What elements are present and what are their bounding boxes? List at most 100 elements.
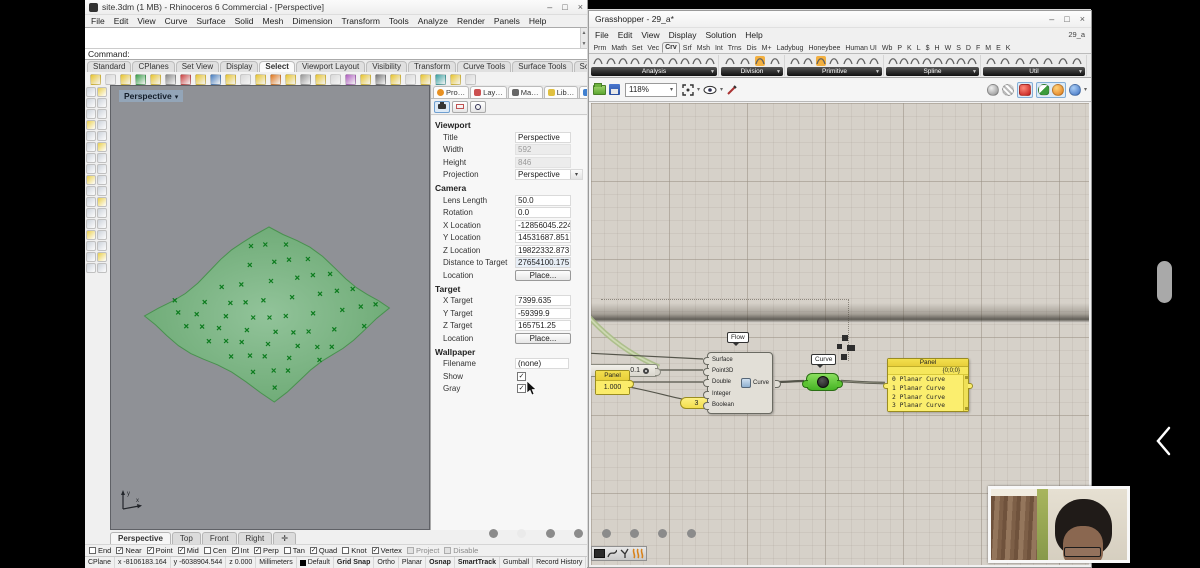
rhino-toolbar-icon[interactable]	[270, 74, 281, 85]
category-tab[interactable]: K	[905, 44, 915, 53]
gh-component-icon[interactable]	[829, 56, 839, 66]
rhino-toolbar-icon[interactable]	[345, 74, 356, 85]
scrollbar-thumb[interactable]	[1157, 261, 1172, 303]
maximize-button[interactable]: □	[562, 2, 567, 13]
toolbar-tab[interactable]: Curve Tools	[457, 61, 511, 72]
panel-tab[interactable]: Lay…	[470, 86, 507, 98]
rhino-sidebar-tool-icon[interactable]	[97, 263, 107, 273]
status-item[interactable]: SmartTrack	[455, 557, 500, 568]
flow-input[interactable]: Double	[712, 379, 741, 386]
rhino-sidebar-tool-icon[interactable]	[86, 175, 96, 185]
rhino-titlebar[interactable]: site.3dm (1 MB) - Rhinoceros 6 Commercia…	[85, 0, 587, 15]
osnap-toggle[interactable]: End	[89, 546, 111, 555]
property-value[interactable]: (none)	[515, 358, 569, 369]
rhino-sidebar-tool-icon[interactable]	[86, 252, 96, 262]
grasshopper-titlebar[interactable]: Grasshopper - 29_a* – □ ×	[589, 11, 1091, 28]
rhino-sidebar-tool-icon[interactable]	[97, 131, 107, 141]
category-tab[interactable]: Prm	[591, 44, 609, 53]
rhino-toolbar-icon[interactable]	[285, 74, 296, 85]
gh-component-icon[interactable]	[803, 56, 813, 66]
panel-tab[interactable]: Lib…	[544, 86, 579, 98]
menu-item[interactable]: Solution	[706, 30, 737, 40]
minimize-button[interactable]: –	[547, 2, 552, 13]
carousel-dot[interactable]	[574, 529, 583, 538]
flow-component[interactable]: Surface Point3D Double Integer Boolean C…	[707, 352, 773, 414]
panel-tab[interactable]: Ma…	[508, 86, 543, 98]
carousel-dot[interactable]	[602, 529, 611, 538]
toolbar-tab[interactable]: Standard	[87, 61, 131, 72]
gh-component-icon[interactable]	[630, 56, 640, 66]
status-item[interactable]: Filter	[586, 557, 587, 568]
squiggle-tool-icon[interactable]	[632, 548, 644, 559]
menu-item[interactable]: Tools	[389, 16, 409, 26]
rhino-toolbar-icon[interactable]	[210, 74, 221, 85]
rhino-toolbar-icon[interactable]	[360, 74, 371, 85]
rhino-toolbar-icon[interactable]	[225, 74, 236, 85]
osnap-toggle[interactable]: Cen	[204, 546, 227, 555]
gh-component-icon[interactable]	[593, 56, 603, 66]
menu-item[interactable]: Help	[745, 30, 762, 40]
dropdown-arrow-icon[interactable]: ▾	[697, 86, 700, 93]
property-value[interactable]: 50.0	[515, 195, 571, 206]
toolbar-tab[interactable]: CPlanes	[132, 61, 174, 72]
category-tab[interactable]: Honeybee	[806, 44, 843, 53]
shaded-preview-icon[interactable]	[1019, 84, 1031, 96]
dropdown-arrow-icon[interactable]: ▾	[720, 86, 723, 93]
category-tab[interactable]: Msh	[694, 44, 712, 53]
category-tab[interactable]: D	[963, 44, 973, 53]
gh-component-icon[interactable]	[816, 56, 826, 66]
close-button[interactable]: ×	[1080, 14, 1085, 25]
toolbar-tab[interactable]: Visibility	[366, 61, 407, 72]
rhino-toolbar-icon[interactable]	[435, 74, 446, 85]
property-value[interactable]: Place...	[515, 270, 571, 281]
category-tab[interactable]: E	[994, 44, 1004, 53]
rhino-sidebar-tool-icon[interactable]	[86, 208, 96, 218]
gh-component-icon[interactable]	[856, 56, 866, 66]
gh-component-icon[interactable]	[933, 56, 943, 66]
curve-tool-icon[interactable]	[607, 548, 618, 559]
menu-item[interactable]: Edit	[618, 30, 633, 40]
property-value[interactable]	[515, 371, 571, 382]
rhino-sidebar-tool-icon[interactable]	[97, 252, 107, 262]
no-preview-icon[interactable]	[987, 84, 999, 96]
rhino-toolbar-icon[interactable]	[390, 74, 401, 85]
rhino-toolbar-icon[interactable]	[450, 74, 461, 85]
rhino-sidebar-tool-icon[interactable]	[97, 153, 107, 163]
category-tab[interactable]: Crv	[662, 42, 681, 53]
property-value[interactable]: 27654100.175	[515, 257, 571, 268]
selected-only-preview-icon[interactable]	[1038, 84, 1050, 96]
component-group-label[interactable]: Primitive▼	[787, 67, 882, 76]
property-value[interactable]: -12856045.224	[515, 220, 571, 231]
close-button[interactable]: ×	[578, 2, 583, 13]
osnap-toggle[interactable]: Knot	[342, 546, 366, 555]
menu-item[interactable]: Display	[669, 30, 697, 40]
document-preview-icon[interactable]	[1069, 84, 1081, 96]
status-item[interactable]: Millimeters	[256, 557, 296, 568]
status-item[interactable]: Grid Snap	[334, 557, 374, 568]
carousel-dot[interactable]	[489, 529, 498, 538]
preview-eye-icon[interactable]	[703, 85, 717, 95]
rhino-sidebar-tool-icon[interactable]	[86, 186, 96, 196]
menu-item[interactable]: Render	[457, 16, 485, 26]
category-tab[interactable]: Set	[629, 44, 645, 53]
flow-output[interactable]: Curve	[753, 380, 769, 386]
perspective-viewport[interactable]: Perspective▾ y x	[110, 85, 430, 530]
rhino-toolbar-icon[interactable]	[105, 74, 116, 85]
rhino-sidebar-tool-icon[interactable]	[86, 197, 96, 207]
branch-tool-icon[interactable]	[619, 548, 630, 559]
component-group-label[interactable]: Util▼	[983, 67, 1085, 76]
rhino-sidebar-tool-icon[interactable]	[97, 219, 107, 229]
menu-item[interactable]: Edit	[114, 16, 129, 26]
osnap-toggle[interactable]: Vertex	[372, 546, 402, 555]
gh-component-icon[interactable]	[668, 56, 678, 66]
osnap-toggle[interactable]: Mid	[178, 546, 199, 555]
rhino-sidebar-tool-icon[interactable]	[86, 219, 96, 229]
gh-component-icon[interactable]	[740, 56, 750, 66]
gh-component-icon[interactable]	[680, 56, 690, 66]
rhino-sidebar-tool-icon[interactable]	[97, 175, 107, 185]
checkbox[interactable]	[444, 547, 451, 554]
category-tab[interactable]: M	[983, 44, 994, 53]
display-mode-icon[interactable]	[594, 549, 605, 558]
menu-item[interactable]: Transform	[341, 16, 379, 26]
category-tab[interactable]: K	[1003, 44, 1013, 53]
